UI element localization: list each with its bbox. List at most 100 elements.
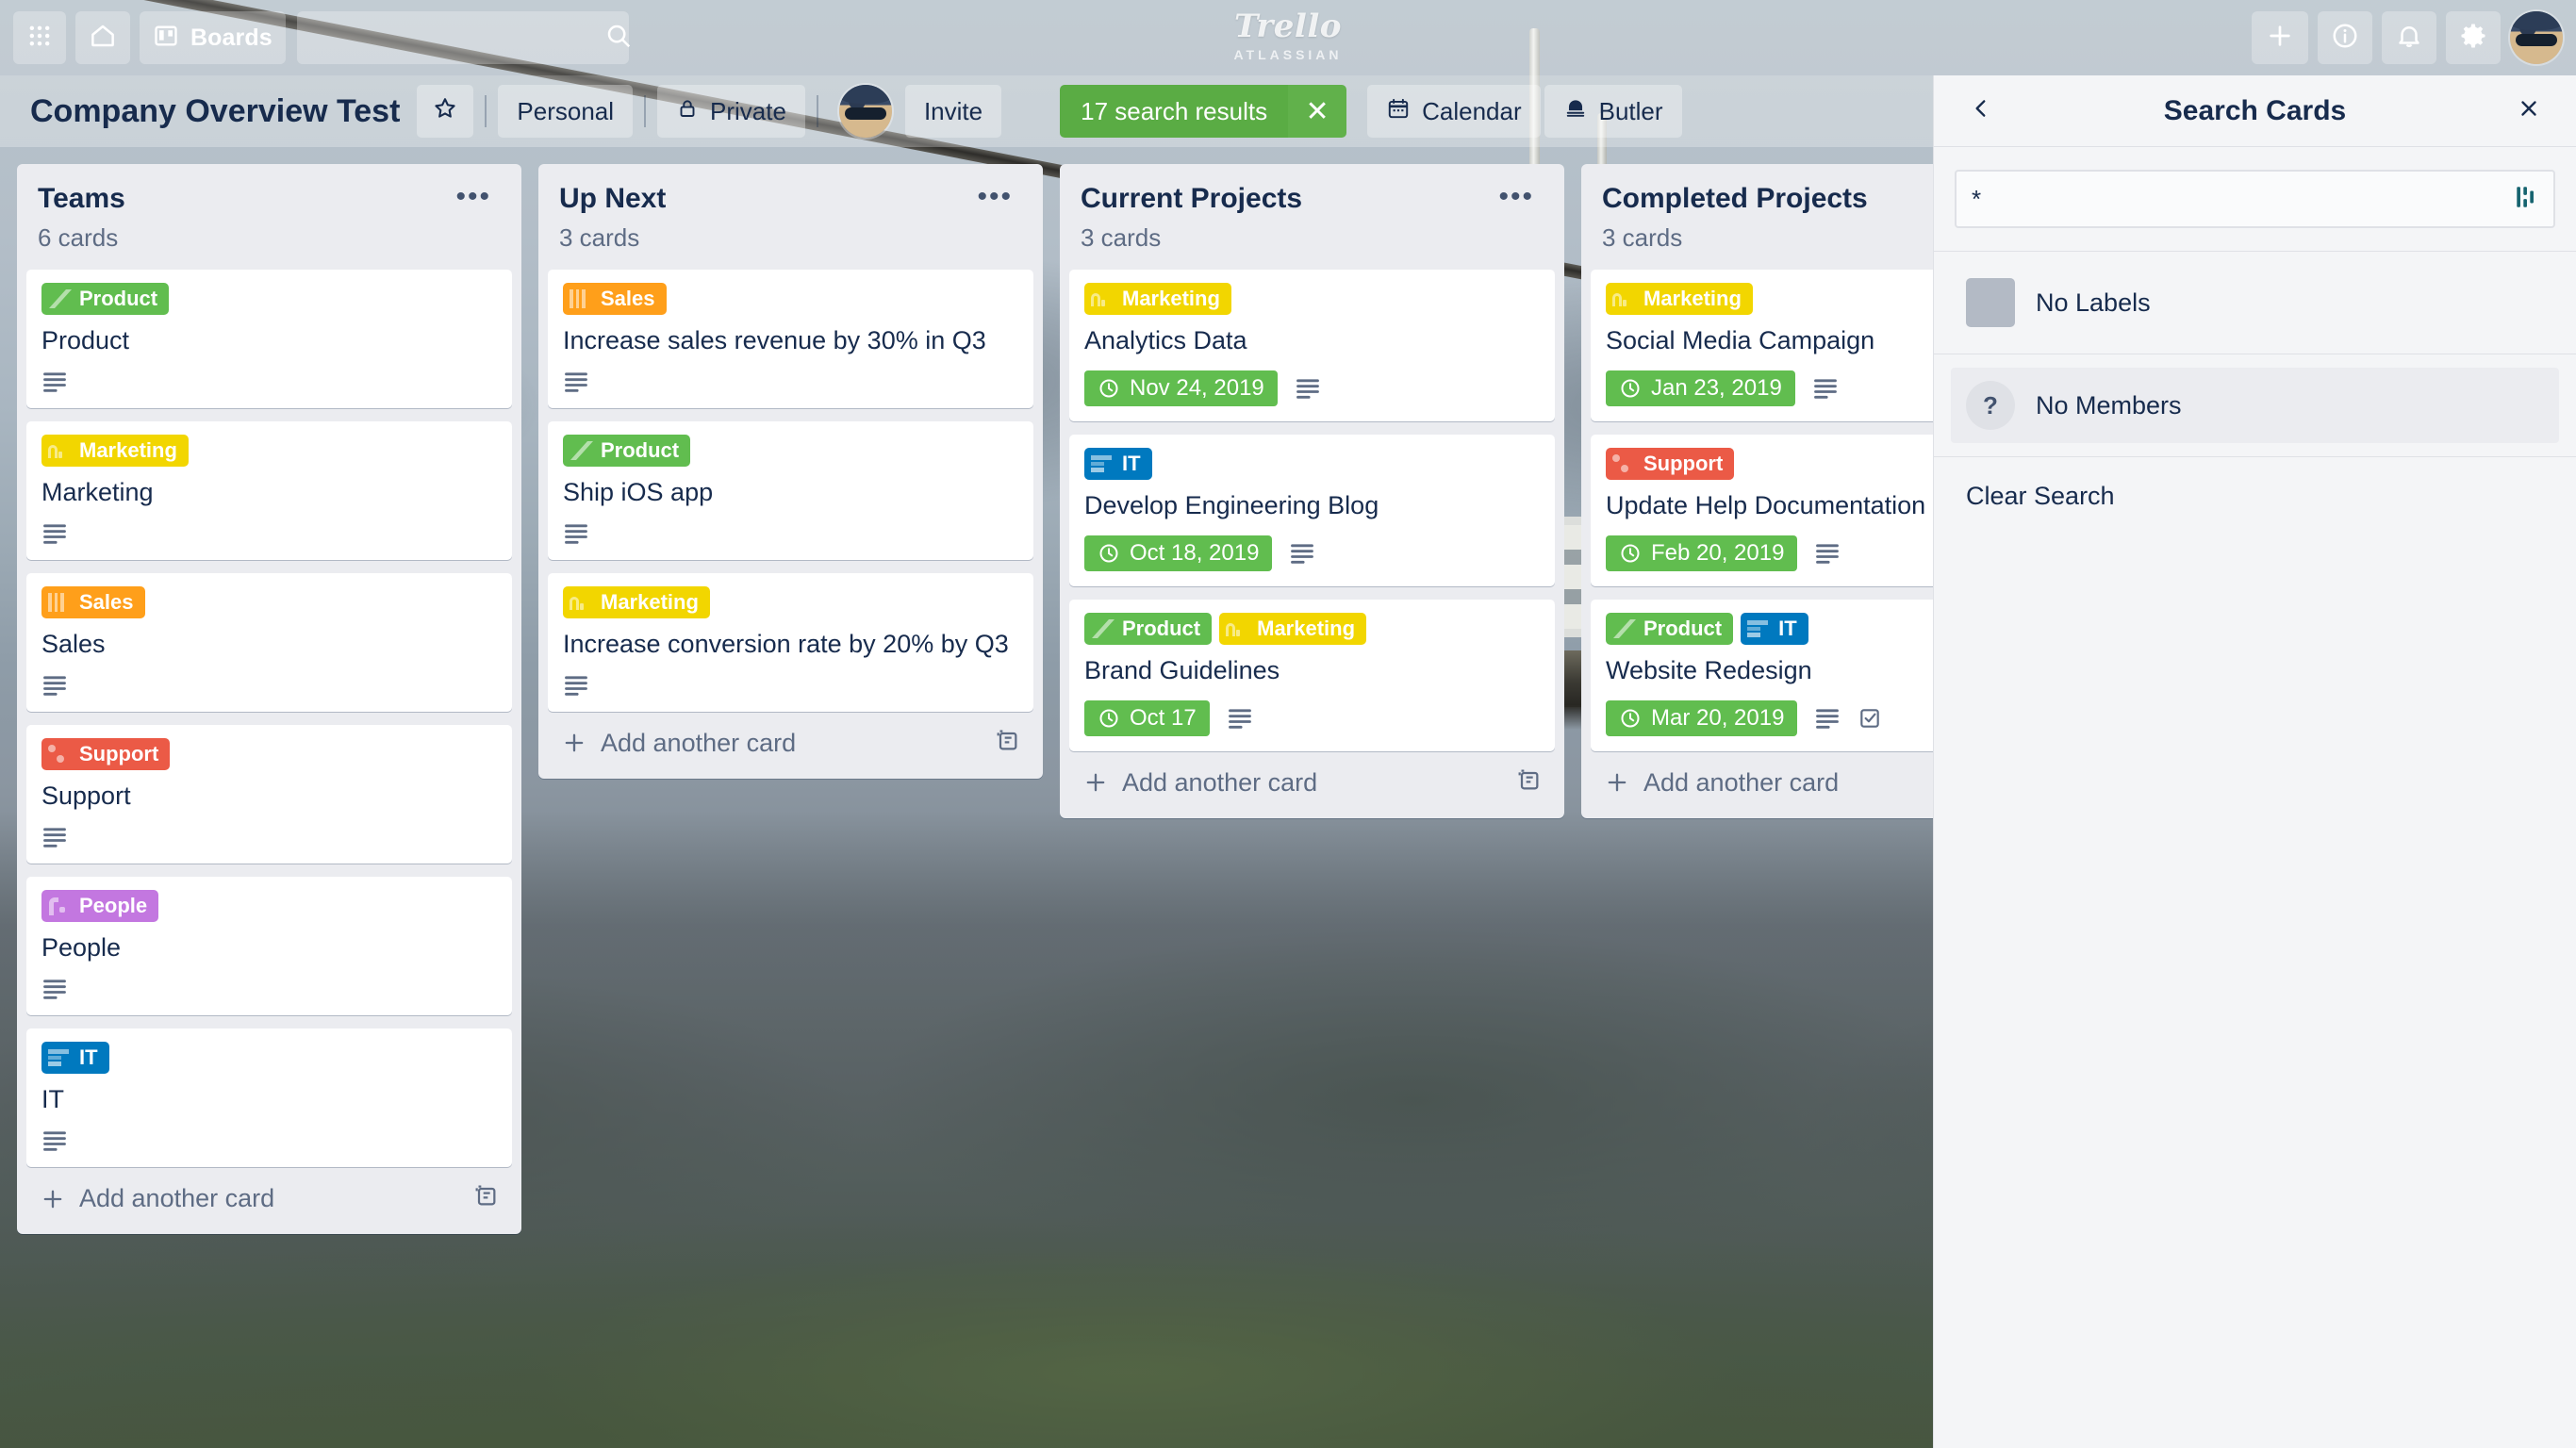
list-title[interactable]: Up Next — [559, 183, 666, 216]
search-input[interactable] — [311, 25, 604, 51]
card[interactable]: IT IT — [26, 1028, 512, 1168]
add-another-card-button[interactable]: Add another card — [1069, 751, 1555, 809]
add-another-card-button[interactable]: Add another card — [26, 1167, 512, 1225]
due-date-badge[interactable]: Feb 20, 2019 — [1606, 535, 1798, 571]
clock-icon — [1098, 377, 1120, 400]
star-board-button[interactable] — [417, 85, 474, 138]
add-button[interactable] — [2252, 11, 2308, 64]
settings-button[interactable] — [2446, 11, 2501, 64]
team-button[interactable]: Personal — [498, 85, 634, 138]
card-label[interactable]: Marketing — [1606, 282, 1753, 315]
info-circle-icon — [2331, 22, 2359, 55]
card[interactable]: Sales Sales — [26, 572, 512, 712]
card-label[interactable]: IT — [1084, 447, 1152, 480]
board-member-avatar[interactable] — [838, 85, 892, 138]
info-button[interactable] — [2318, 11, 2372, 64]
sidebar-back-button[interactable] — [1957, 87, 2006, 136]
divider — [485, 95, 487, 127]
card[interactable]: Support Support — [26, 724, 512, 864]
card[interactable]: IT Develop Engineering Blog Oct 18, 2019 — [1069, 434, 1555, 586]
due-date-text: Nov 24, 2019 — [1130, 374, 1264, 401]
card-label[interactable]: People — [41, 889, 159, 922]
card-label[interactable]: Product — [41, 282, 170, 315]
notifications-button[interactable] — [2382, 11, 2436, 64]
grid-apps-icon — [26, 23, 53, 54]
butler-button[interactable]: Butler — [1544, 85, 1682, 138]
card-label[interactable]: Marketing — [1219, 612, 1367, 645]
due-date-text: Oct 18, 2019 — [1130, 539, 1260, 566]
card-label[interactable]: Marketing — [41, 434, 189, 467]
due-date-badge[interactable]: Nov 24, 2019 — [1084, 370, 1278, 406]
home-button[interactable] — [75, 11, 130, 64]
clock-icon — [1098, 542, 1120, 565]
due-date-badge[interactable]: Mar 20, 2019 — [1606, 699, 1798, 736]
card-template-icon[interactable] — [1515, 766, 1542, 799]
card-template-icon[interactable] — [472, 1182, 499, 1215]
list-menu-icon[interactable]: ••• — [967, 183, 1022, 211]
chevron-left-icon — [1969, 96, 1993, 125]
global-search[interactable] — [296, 11, 630, 64]
sidebar-search-field[interactable] — [1955, 170, 2555, 228]
due-date-badge[interactable]: Jan 23, 2019 — [1606, 370, 1795, 406]
list-title[interactable]: Teams — [38, 183, 125, 216]
card-labels: IT — [1084, 447, 1540, 480]
card-label[interactable]: Support — [41, 737, 171, 770]
plus-icon — [1604, 769, 1630, 796]
card-label[interactable]: IT — [41, 1041, 109, 1074]
card-badges — [41, 1129, 497, 1152]
invite-button-label: Invite — [923, 96, 983, 125]
list-title[interactable]: Completed Projects — [1602, 183, 1868, 216]
card[interactable]: Product Product — [26, 269, 512, 408]
card-label[interactable]: Marketing — [563, 585, 710, 618]
avatar[interactable] — [2510, 11, 2563, 64]
card[interactable]: Marketing Increase conversion rate by 20%… — [548, 572, 1033, 712]
clock-icon — [1619, 542, 1642, 565]
card[interactable]: Product Marketing Brand Guidelines Oct 17 — [1069, 599, 1555, 751]
plus-icon — [2265, 21, 2295, 56]
card-label[interactable]: Product — [1084, 612, 1213, 645]
card-label[interactable]: Support — [1606, 447, 1735, 480]
card[interactable]: Sales Increase sales revenue by 30% in Q3 — [548, 269, 1033, 408]
search-results-pill[interactable]: 17 search results ✕ — [1060, 85, 1347, 138]
clock-icon — [1098, 707, 1120, 730]
sidebar-search-input[interactable] — [1972, 184, 2514, 214]
card-badges — [41, 370, 497, 393]
add-another-card-button[interactable]: Add another card — [548, 712, 1033, 769]
search-results-label: 17 search results — [1060, 85, 1289, 138]
visibility-button[interactable]: Private — [657, 85, 805, 138]
list-menu-icon[interactable]: ••• — [446, 183, 501, 211]
card-label[interactable]: Sales — [41, 585, 145, 618]
list-menu-icon[interactable]: ••• — [1489, 183, 1544, 211]
sidebar-row-no-labels[interactable]: No Labels — [1951, 265, 2559, 340]
due-date-badge[interactable]: Oct 17 — [1084, 699, 1210, 736]
list-title[interactable]: Current Projects — [1081, 183, 1302, 216]
due-date-badge[interactable]: Oct 18, 2019 — [1084, 535, 1273, 571]
card[interactable]: Marketing Marketing — [26, 420, 512, 560]
card-title: Brand Guidelines — [1084, 655, 1280, 684]
search-icon[interactable] — [604, 22, 633, 55]
search-cards-sidebar: Search Cards No Labels — [1933, 75, 2576, 1448]
close-icon[interactable]: ✕ — [1288, 85, 1347, 138]
card[interactable]: Product Ship iOS app — [548, 420, 1033, 560]
sidebar-close-button[interactable] — [2504, 87, 2553, 136]
card-label[interactable]: Product — [563, 434, 691, 467]
card-label[interactable]: Sales — [563, 282, 667, 315]
apps-grid-button[interactable] — [13, 11, 66, 64]
page-title[interactable]: Company Overview Test — [15, 93, 413, 130]
card-label[interactable]: Product — [1606, 612, 1734, 645]
description-icon — [41, 370, 68, 393]
sort-filter-icon[interactable] — [2514, 184, 2538, 215]
card-labels: Support — [41, 737, 497, 770]
boards-button[interactable]: Boards — [140, 11, 286, 64]
description-icon — [1812, 377, 1839, 400]
invite-button[interactable]: Invite — [904, 85, 1002, 138]
sidebar-row-no-members[interactable]: ? No Members — [1951, 368, 2559, 443]
calendar-button[interactable]: Calendar — [1367, 85, 1541, 138]
card-label[interactable]: Marketing — [1084, 282, 1231, 315]
card[interactable]: People People — [26, 876, 512, 1015]
due-date-text: Jan 23, 2019 — [1651, 374, 1782, 401]
card[interactable]: Marketing Analytics Data Nov 24, 2019 — [1069, 269, 1555, 421]
clear-search-button[interactable]: Clear Search — [1934, 457, 2576, 535]
card-template-icon[interactable] — [994, 727, 1020, 760]
card-label[interactable]: IT — [1741, 612, 1808, 645]
